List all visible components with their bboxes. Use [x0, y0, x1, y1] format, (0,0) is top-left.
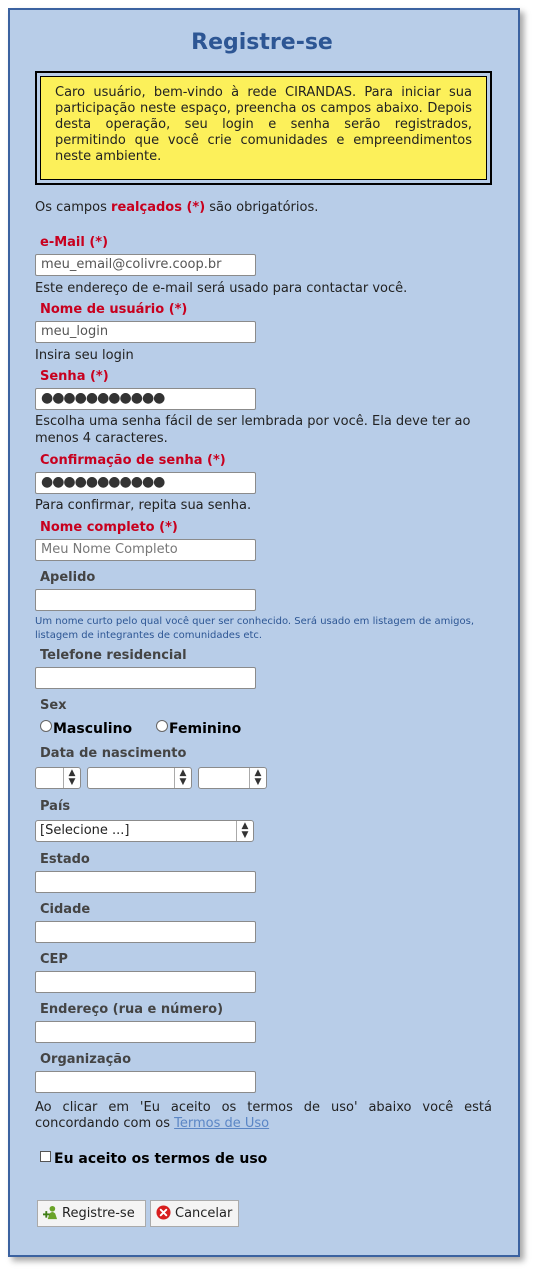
- select-arrows-icon: ▲ ▼: [236, 821, 253, 841]
- password-confirm-help: Para confirmar, repita sua senha.: [35, 498, 252, 513]
- country-select[interactable]: [Selecione ...] ▲ ▼: [35, 820, 254, 842]
- required-fields-note: Os campos realçados (*) são obrigatórios…: [35, 200, 319, 215]
- state-label: Estado: [40, 852, 90, 867]
- welcome-message: Caro usuário, bem-vindo à rede CIRANDAS.…: [40, 76, 487, 180]
- add-user-icon: [43, 1205, 58, 1220]
- sex-radio-female[interactable]: Feminino: [156, 720, 241, 737]
- birth-day-select[interactable]: ▲ ▼: [35, 767, 81, 789]
- address-label: Endereço (rua e número): [40, 1002, 224, 1017]
- accept-terms-checkbox[interactable]: Eu aceito os termos de uso: [40, 1151, 267, 1167]
- country-label: País: [40, 799, 71, 814]
- password-confirm-label: Confirmação de senha (*): [40, 453, 226, 468]
- address-field[interactable]: [35, 1021, 256, 1043]
- email-help: Este endereço de e-mail será usado para …: [35, 281, 408, 296]
- sex-radio-male[interactable]: Masculino: [40, 720, 132, 737]
- radio-circle-icon: [156, 720, 168, 732]
- register-button[interactable]: Registre-se: [37, 1200, 146, 1227]
- organization-label: Organização: [40, 1052, 131, 1067]
- email-label: e-Mail (*): [40, 235, 109, 250]
- city-label: Cidade: [40, 902, 91, 917]
- city-field[interactable]: [35, 921, 256, 943]
- nickname-help: Um nome curto pelo qual você quer ser co…: [35, 616, 475, 641]
- nickname-field[interactable]: [35, 589, 256, 611]
- sex-label: Sex: [40, 698, 67, 713]
- select-arrows-icon: ▲ ▼: [249, 768, 266, 788]
- full-name-field[interactable]: Meu Nome Completo: [35, 539, 256, 561]
- page-title: Registre-se: [191, 30, 333, 55]
- radio-circle-icon: [40, 720, 52, 732]
- select-arrows-icon: ▲ ▼: [174, 768, 191, 788]
- home-phone-field[interactable]: [35, 667, 256, 689]
- password-help: Escolha uma senha fácil de ser lembrada …: [35, 414, 471, 446]
- checkbox-icon: [40, 1151, 51, 1162]
- login-label: Nome de usuário (*): [40, 302, 188, 317]
- full-name-label: Nome completo (*): [40, 520, 178, 535]
- cancel-button[interactable]: Cancelar: [150, 1200, 239, 1227]
- nickname-label: Apelido: [40, 570, 96, 585]
- password-label: Senha (*): [40, 369, 109, 384]
- terms-notice: Ao clicar em 'Eu aceito os termos de uso…: [35, 1100, 492, 1131]
- home-phone-label: Telefone residencial: [40, 648, 187, 663]
- login-help: Insira seu login: [35, 348, 134, 363]
- email-field[interactable]: meu_email@colivre.coop.br: [35, 254, 256, 276]
- zip-field[interactable]: [35, 971, 256, 993]
- password-field[interactable]: ●●●●●●●●●●●: [35, 388, 256, 410]
- select-arrows-icon: ▲ ▼: [63, 768, 80, 788]
- zip-label: CEP: [40, 952, 68, 967]
- organization-field[interactable]: [35, 1071, 256, 1093]
- birth-date-label: Data de nascimento: [40, 746, 187, 761]
- login-field[interactable]: meu_login: [35, 321, 256, 343]
- birth-month-select[interactable]: ▲ ▼: [87, 767, 192, 789]
- welcome-box: Caro usuário, bem-vindo à rede CIRANDAS.…: [35, 71, 492, 185]
- birth-year-select[interactable]: ▲ ▼: [198, 767, 267, 789]
- state-field[interactable]: [35, 871, 256, 893]
- cancel-icon: [156, 1205, 171, 1220]
- password-confirm-field[interactable]: ●●●●●●●●●●●: [35, 472, 256, 494]
- terms-link[interactable]: Termos de Uso: [174, 1116, 269, 1131]
